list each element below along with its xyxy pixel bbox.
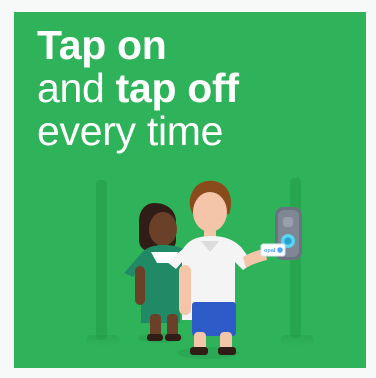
- card-label: opal: [264, 248, 276, 254]
- opal-card-icon: opal: [260, 243, 286, 257]
- headline-line-2: and tap off: [37, 68, 239, 111]
- headline: Tap on and tap off every time: [37, 25, 239, 154]
- headline-line-3: every time: [37, 108, 224, 154]
- headline-line-2-prefix: and: [37, 65, 116, 111]
- gate-pillar-left: [96, 180, 107, 340]
- boy-figure: [167, 180, 267, 359]
- floor-shadow-left: [86, 335, 120, 345]
- canvas: opal Tap on and tap off every time: [0, 0, 376, 378]
- tap-on-poster: opal Tap on and tap off every time: [14, 12, 366, 368]
- floor-shadow-right: [280, 335, 314, 345]
- headline-line-2-emphasis: tap off: [115, 65, 239, 111]
- headline-line-1: Tap on: [37, 22, 167, 68]
